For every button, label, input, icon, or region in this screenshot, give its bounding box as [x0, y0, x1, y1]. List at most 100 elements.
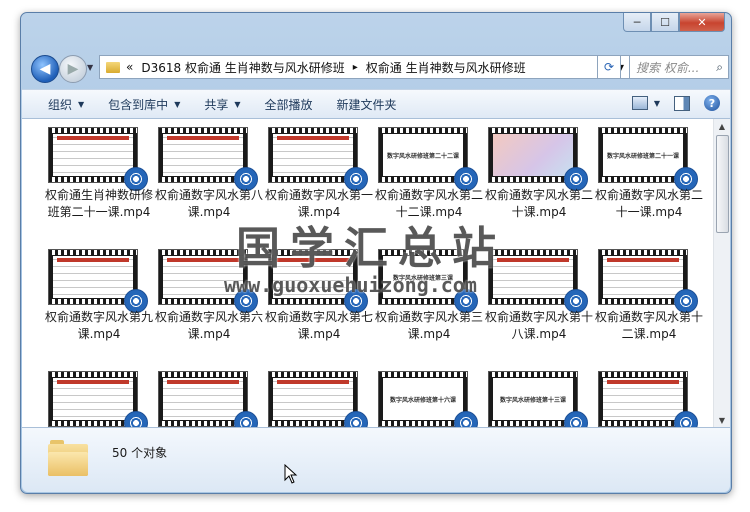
thumbnail-frame [53, 134, 133, 176]
include-library-label: 包含到库中 [108, 97, 169, 112]
file-name: 权俞通数字风水第一课.mp4 [264, 188, 373, 219]
file-name: 权俞通数字风水第九课.mp4 [44, 310, 153, 341]
file-item[interactable]: 权俞通数字风水第十八课.mp4 [484, 249, 594, 371]
new-folder-label: 新建文件夹 [336, 97, 397, 112]
item-count: 50 个对象 [112, 446, 168, 460]
file-item[interactable]: 权俞通数字风水第六课.mp4 [154, 249, 264, 371]
help-icon[interactable]: ? [704, 95, 720, 111]
thumbnail-frame: 数字风水研修班第十三课 [493, 378, 573, 420]
scroll-up-icon[interactable]: ▲ [714, 119, 730, 133]
file-item[interactable]: 数字风水研修班第三课 权俞通数字风水第三课.mp4 [374, 249, 484, 371]
file-item[interactable]: 权俞通数字风水 [154, 371, 264, 427]
search-icon[interactable]: ⌕ [716, 60, 723, 75]
title-bar: ─ ☐ ✕ [21, 13, 731, 43]
chevron-down-icon: ▼ [653, 98, 660, 108]
file-name: 权俞通数字风水第十八课.mp4 [484, 310, 593, 341]
forward-button[interactable]: ▶ [59, 55, 87, 83]
thumbnail-frame: 数字风水研修班第十六课 [383, 378, 463, 420]
include-library-menu[interactable]: 包含到库中 ▼ [108, 96, 180, 113]
chevron-down-icon: ▼ [234, 99, 241, 109]
chevron-down-icon: ▼ [174, 99, 181, 109]
folder-icon [48, 440, 88, 476]
close-button[interactable]: ✕ [679, 13, 725, 32]
command-bar: 组织 ▼ 包含到库中 ▼ 共享 ▼ 全部播放 新建文件夹 ▼ ? [22, 89, 730, 119]
scroll-down-icon[interactable]: ▼ [714, 413, 730, 427]
file-item[interactable]: 数字风水研修班第二十一课权俞通数字风水第二十一课.mp4 [594, 127, 704, 249]
play-all-button[interactable]: 全部播放 [265, 96, 313, 113]
file-item[interactable]: 权俞通数字风水第二十课.mp4 [484, 127, 594, 249]
thumbnail-frame [273, 134, 353, 176]
thumbnail-title: 数字风水研修班第二十二课 [386, 152, 459, 160]
folder-icon [106, 61, 120, 73]
file-item[interactable]: 权俞通数字风水第一课.mp4 [264, 127, 374, 249]
view-icon [631, 96, 648, 110]
file-name: 权俞通数字风水第二十一课.mp4 [594, 188, 703, 219]
file-name: 权俞通数字风水第二十二课.mp4 [374, 188, 483, 219]
thumbnail-frame [273, 378, 353, 420]
breadcrumb-overflow[interactable]: « [126, 60, 133, 74]
organize-menu[interactable]: 组织 ▼ [48, 96, 84, 113]
thumbnail-frame [603, 256, 683, 298]
change-view-button[interactable]: ▼ [631, 96, 660, 110]
file-item[interactable]: 数字风水研修班第十三课权俞通数字风水 [484, 371, 594, 427]
search-box[interactable]: 搜索 权俞... ⌕ [629, 55, 729, 79]
chevron-down-icon: ▼ [78, 99, 85, 109]
file-item[interactable]: 权俞通数字风水 [44, 371, 154, 427]
play-all-label: 全部播放 [264, 97, 313, 112]
vertical-scrollbar[interactable]: ▲ ▼ [713, 119, 730, 427]
file-list: 权俞通生肖神数研修班第二十一课.mp4 权俞通数字风水第八课.mp4 权俞通数字风水… [22, 119, 730, 427]
view-controls: ▼ ? [631, 95, 720, 111]
new-folder-button[interactable]: 新建文件夹 [337, 96, 397, 113]
media-reel-icon [124, 411, 148, 427]
navigation-row: ◀ ▶ ▼ « D3618 权俞通 生肖神数与风水研修班 ▸ 权俞通 生肖神数与… [31, 53, 729, 83]
file-item[interactable]: 权俞通数字风水第十二课.mp4 [594, 249, 704, 371]
thumbnail-frame: 数字风水研修班第二十一课 [603, 134, 683, 176]
file-item[interactable]: 权俞通数字风水 [264, 371, 374, 427]
file-name: 权俞通生肖神数研修班第二十一课.mp4 [44, 188, 153, 219]
thumbnail-frame: 数字风水研修班第二十二课 [383, 134, 463, 176]
thumbnail-frame [493, 134, 573, 176]
thumbnail-frame: 数字风水研修班第三课 [383, 256, 463, 298]
file-name: 权俞通数字风水第七课.mp4 [264, 310, 373, 341]
breadcrumb-item-current[interactable]: 权俞通 生肖神数与风水研修班 [366, 59, 526, 76]
thumbnail-title: 数字风水研修班第十三课 [499, 396, 566, 404]
media-reel-icon [454, 411, 478, 427]
search-input[interactable]: 搜索 权俞... [636, 59, 716, 76]
scroll-thumb[interactable] [716, 135, 729, 233]
file-name: 权俞通数字风水第二十课.mp4 [484, 188, 593, 219]
refresh-button[interactable]: ⟳ [597, 55, 621, 79]
thumbnail-frame [163, 134, 243, 176]
media-reel-icon [674, 411, 698, 427]
file-item[interactable]: 权俞通数字风水 [594, 371, 704, 427]
share-menu[interactable]: 共享 ▼ [204, 96, 240, 113]
file-item[interactable]: 权俞通生肖神数研修班第二十一课.mp4 [44, 127, 154, 249]
share-label: 共享 [204, 97, 229, 112]
file-name: 权俞通数字风水第八课.mp4 [154, 188, 263, 219]
address-bar[interactable]: « D3618 权俞通 生肖神数与风水研修班 ▸ 权俞通 生肖神数与风水研修班 … [99, 55, 631, 79]
file-item[interactable]: 权俞通数字风水第七课.mp4 [264, 249, 374, 371]
file-item[interactable]: 权俞通数字风水第九课.mp4 [44, 249, 154, 371]
file-item[interactable]: 数字风水研修班第二十二课权俞通数字风水第二十二课.mp4 [374, 127, 484, 249]
mouse-cursor-icon [284, 464, 298, 484]
thumbnail-frame [493, 256, 573, 298]
thumbnail-frame [273, 256, 353, 298]
file-item[interactable]: 权俞通数字风水第八课.mp4 [154, 127, 264, 249]
explorer-window: ─ ☐ ✕ ◀ ▶ ▼ « D3618 权俞通 生肖神数与风水研修班 ▸ 权俞通… [20, 12, 732, 494]
back-button[interactable]: ◀ [31, 55, 59, 83]
media-reel-icon [564, 411, 588, 427]
media-reel-icon [344, 411, 368, 427]
file-item[interactable]: 数字风水研修班第十六课权俞通数字风水 [374, 371, 484, 427]
thumbnail-title: 数字风水研修班第二十一课 [606, 152, 679, 160]
thumbnail-title: 数字风水研修班第十六课 [389, 396, 456, 404]
preview-pane-icon[interactable] [674, 95, 690, 111]
recent-pages-dropdown[interactable]: ▼ [87, 63, 93, 72]
breadcrumb-separator[interactable]: ▸ [353, 62, 358, 73]
breadcrumb-item-parent[interactable]: D3618 权俞通 生肖神数与风水研修班 [141, 59, 344, 76]
minimize-button[interactable]: ─ [623, 13, 651, 32]
file-name: 权俞通数字风水第十二课.mp4 [594, 310, 703, 341]
thumbnail-title: 数字风水研修班第三课 [392, 274, 453, 282]
thumbnail-frame [53, 378, 133, 420]
thumbnail-frame [603, 378, 683, 420]
details-pane: 50 个对象 [22, 427, 730, 492]
maximize-button[interactable]: ☐ [651, 13, 679, 32]
